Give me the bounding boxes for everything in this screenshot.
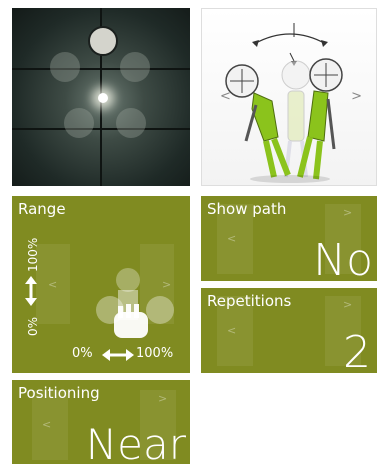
chevron-right-icon[interactable]: > (158, 392, 167, 405)
repetitions-tile[interactable]: Repetitions < > 2 (201, 288, 377, 373)
ghost-position-marker (64, 108, 94, 138)
head-top-view-marker (88, 26, 118, 56)
range-area-shape (96, 268, 174, 338)
show-path-value: No (313, 235, 373, 282)
chevron-left-icon[interactable]: < (48, 278, 57, 291)
positioning-tile[interactable]: Positioning < > Near (12, 380, 190, 464)
chevron-left-icon[interactable]: < (42, 418, 51, 431)
range-tile[interactable]: Range < > 100% 0% 0% 100% (12, 196, 190, 373)
target-light-icon (98, 93, 108, 103)
positioning-value: Near (85, 420, 186, 465)
ghost-position-marker (50, 52, 80, 82)
vertical-max-label: 100% (26, 237, 40, 272)
movement-preview-tile[interactable] (12, 8, 190, 186)
horizontal-max-label: 100% (136, 346, 174, 361)
horizontal-min-label: 0% (72, 346, 93, 361)
previous-arrow-icon[interactable]: < (220, 89, 231, 104)
vertical-min-label: 0% (26, 316, 40, 336)
chevron-right-icon[interactable]: > (343, 206, 352, 219)
chevron-right-icon[interactable]: > (343, 298, 352, 311)
chevron-left-icon[interactable]: < (227, 232, 236, 245)
show-path-tile[interactable]: Show path < > No (201, 196, 377, 281)
vertical-double-arrow-icon (25, 276, 37, 306)
ghost-position-marker (116, 108, 146, 138)
next-arrow-icon[interactable]: > (351, 89, 362, 104)
repetitions-value: 2 (343, 327, 371, 374)
range-title: Range (18, 200, 66, 218)
ghost-position-marker (120, 52, 150, 82)
chevron-left-icon[interactable]: < (227, 324, 236, 337)
exercise-figure-tile[interactable]: < > (201, 8, 377, 186)
rotation-arrow-icon (253, 33, 327, 45)
horizontal-double-arrow-icon (102, 349, 134, 361)
